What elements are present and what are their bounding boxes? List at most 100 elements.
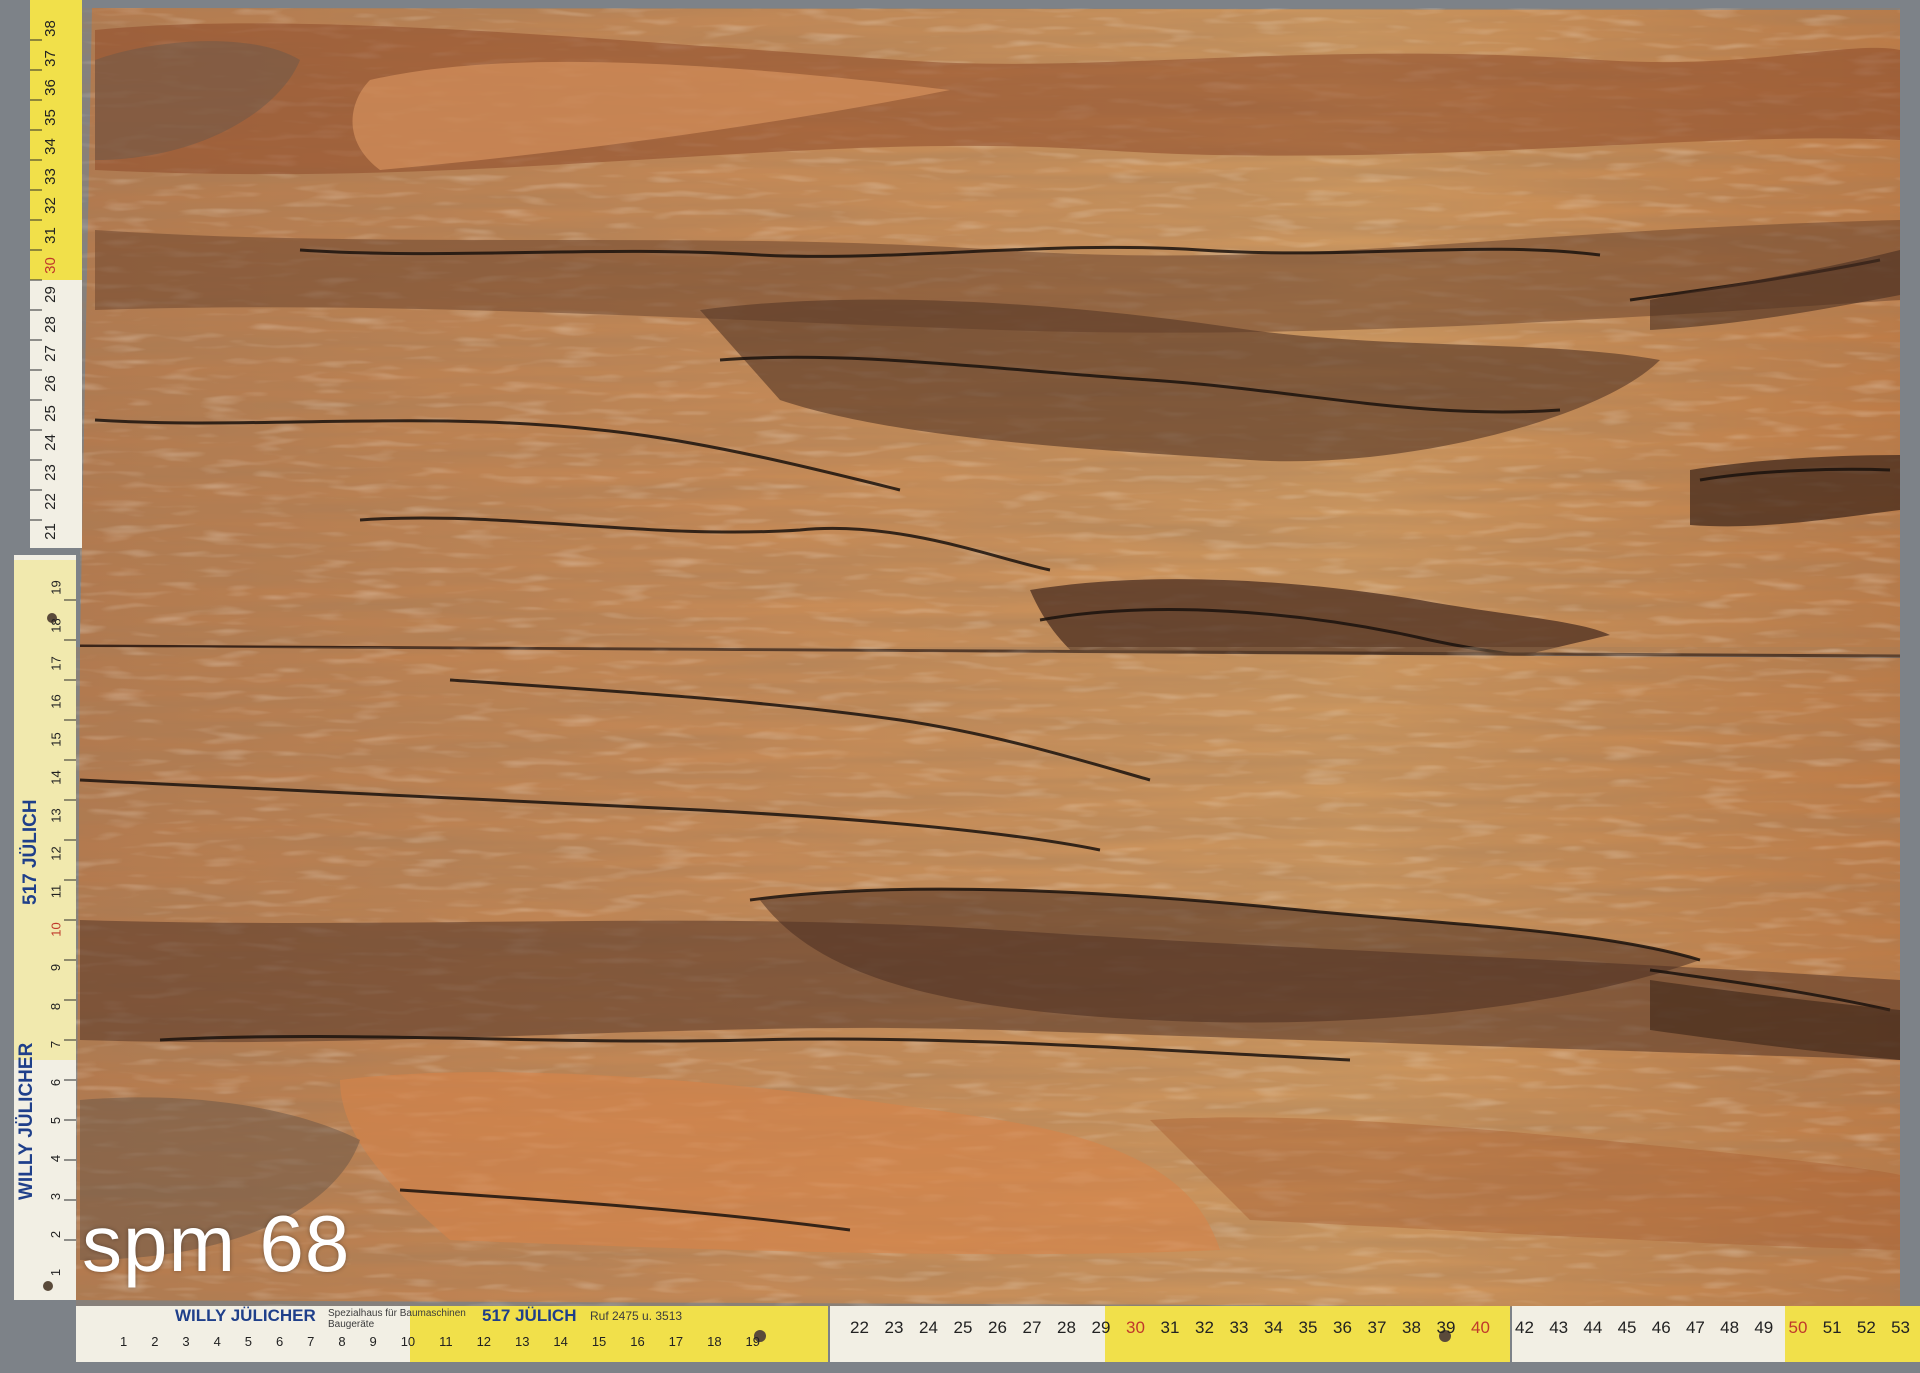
bottom-ruler-ticks-b: 22 23 24 25 26 27 28 29 30 31 32 33 34 3… — [850, 1318, 1490, 1338]
tick-label: 11 — [48, 885, 64, 899]
tick-label: 9 — [48, 964, 64, 972]
sample-label: spm 68 — [82, 1199, 351, 1288]
tick-label: 19 — [48, 580, 64, 595]
tick-label: 25 — [953, 1318, 973, 1337]
tick-label: 5 — [48, 1116, 64, 1124]
tick-label: 35 — [41, 108, 59, 126]
tick-label: 43 — [1549, 1318, 1569, 1337]
tick-label: 6 — [275, 1334, 284, 1349]
tick-label: 14 — [553, 1334, 568, 1349]
tick-label: 51 — [1822, 1318, 1842, 1337]
tick-label: 12 — [476, 1334, 492, 1349]
bottom-ruler-phone: 517 JÜLICH — [482, 1306, 577, 1325]
tick-label: 10 — [400, 1334, 416, 1349]
left-ruler-brand: WILLY JÜLICHER — [16, 1042, 37, 1200]
tick-label: 3 — [182, 1334, 190, 1349]
tick-label: 29 — [1091, 1318, 1111, 1337]
tick-label: 10 — [48, 922, 64, 938]
tick-label: 1 — [120, 1334, 128, 1349]
tick-label: 47 — [1685, 1318, 1705, 1337]
tick-label: 15 — [48, 732, 64, 747]
tick-label: 28 — [41, 315, 59, 333]
tick-label: 29 — [41, 286, 59, 304]
tick-label: 26 — [41, 375, 59, 392]
tick-label: 35 — [1298, 1318, 1318, 1337]
bottom-ruler-ticks-c: 42 43 44 45 46 47 48 49 50 51 52 53 — [1515, 1318, 1910, 1338]
spalted-maple-board-photo — [0, 0, 1920, 1373]
tick-label: 40 — [1471, 1318, 1490, 1337]
tick-label: 31 — [1160, 1318, 1180, 1337]
tick-label: 9 — [369, 1334, 377, 1349]
tick-label: 42 — [1515, 1318, 1534, 1337]
tick-label: 7 — [307, 1334, 315, 1349]
tick-label: 6 — [48, 1078, 64, 1086]
tick-label: 24 — [41, 434, 59, 451]
left-ruler-ticks-top: 21 22 23 24 25 26 27 28 29 30 31 32 33 3… — [40, 20, 60, 540]
tick-label: 22 — [41, 493, 59, 511]
tick-label: 16 — [48, 694, 64, 709]
tick-label: 15 — [591, 1334, 607, 1349]
tick-label: 46 — [1651, 1318, 1671, 1337]
tick-label: 23 — [884, 1318, 904, 1337]
tick-label: 2 — [48, 1230, 64, 1238]
tick-label: 45 — [1617, 1318, 1637, 1337]
tick-label: 2 — [151, 1334, 159, 1349]
tick-label: 48 — [1720, 1318, 1740, 1337]
tick-label: 1 — [48, 1268, 64, 1276]
tick-label: 37 — [41, 49, 59, 67]
tick-label: 31 — [41, 227, 59, 244]
wood-board-top — [80, 8, 1900, 710]
tick-label: 16 — [630, 1334, 645, 1349]
tick-label: 11 — [439, 1334, 453, 1349]
tick-label: 38 — [1402, 1318, 1421, 1337]
tick-label: 39 — [1436, 1318, 1456, 1337]
bottom-ruler-ruf: Ruf 2475 u. 3513 — [590, 1309, 683, 1323]
tick-label: 23 — [41, 463, 59, 481]
tick-label: 17 — [668, 1334, 684, 1349]
tick-label: 44 — [1583, 1318, 1603, 1337]
tick-label: 33 — [41, 168, 59, 185]
tick-label: 21 — [41, 522, 59, 540]
tick-label: 12 — [48, 846, 64, 862]
tick-label: 49 — [1754, 1318, 1774, 1337]
tick-label: 50 — [1788, 1318, 1808, 1337]
tick-label: 26 — [988, 1318, 1007, 1337]
tick-label: 27 — [1022, 1318, 1042, 1337]
tick-label: 30 — [1126, 1318, 1145, 1337]
tick-label: 52 — [1856, 1318, 1876, 1337]
tick-label: 19 — [745, 1334, 760, 1349]
tick-label: 36 — [1333, 1318, 1352, 1337]
tick-label: 3 — [48, 1192, 64, 1200]
tick-label: 24 — [919, 1318, 938, 1337]
tick-label: 25 — [41, 404, 59, 422]
tick-label: 34 — [1264, 1318, 1283, 1337]
tick-label: 18 — [48, 618, 64, 633]
bottom-ruler-ticks-a: 1 2 3 4 5 6 7 8 9 10 11 12 13 14 15 16 1… — [120, 1334, 760, 1349]
tick-label: 18 — [707, 1334, 722, 1349]
tick-label: 36 — [41, 79, 59, 96]
bottom-ruler-brand: WILLY JÜLICHER — [175, 1306, 316, 1325]
tick-label: 30 — [41, 256, 59, 274]
tick-label: 53 — [1891, 1318, 1910, 1337]
left-ruler-phone: 517 JÜLICH — [20, 799, 41, 905]
tick-label: 27 — [41, 345, 59, 363]
tick-label: 14 — [48, 770, 64, 785]
tick-label: 13 — [514, 1334, 530, 1349]
tick-label: 33 — [1229, 1318, 1249, 1337]
tick-label: 4 — [48, 1154, 64, 1162]
tick-label: 7 — [48, 1040, 64, 1048]
tick-label: 34 — [41, 138, 59, 156]
left-ruler-ticks-bottom: 1 2 3 4 5 6 7 8 9 10 11 12 13 14 15 16 1… — [46, 580, 66, 1280]
tick-label: 4 — [213, 1334, 221, 1349]
tick-label: 17 — [48, 656, 64, 671]
bottom-ruler-subtitle: Spezialhaus für Baumaschinen Baugeräte — [328, 1308, 466, 1330]
tick-label: 13 — [48, 808, 64, 824]
tick-label: 8 — [48, 1002, 64, 1010]
tick-label: 5 — [244, 1334, 252, 1349]
tick-label: 32 — [1195, 1318, 1214, 1337]
tick-label: 38 — [41, 20, 59, 37]
tick-label: 37 — [1367, 1318, 1387, 1337]
tick-label: 32 — [41, 197, 59, 215]
tick-label: 22 — [850, 1318, 869, 1337]
tick-label: 8 — [338, 1334, 346, 1349]
